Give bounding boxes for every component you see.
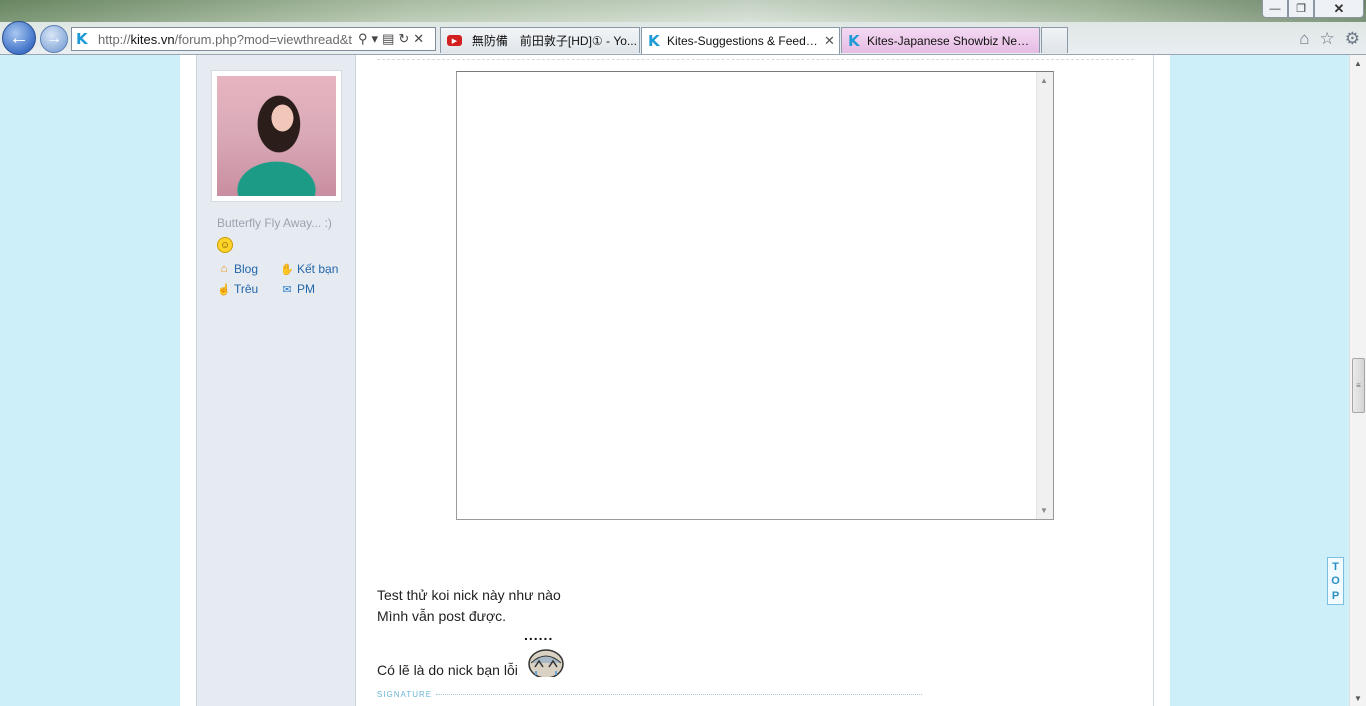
favorites-star-icon[interactable]: ☆ [1320, 29, 1335, 49]
post-content: ▲ ▼ Test thử koi nick này như nào Mình v… [357, 55, 1154, 706]
tab-label: Kites-Suggestions & Feedb... [667, 34, 822, 48]
close-window-button[interactable]: ✕ [1314, 0, 1364, 18]
site-favicon-icon: K [648, 32, 660, 50]
address-bar[interactable]: K http://kites.vn/forum.php?mod=viewthre… [71, 27, 436, 51]
post-line: Có lẽ là do nick bạn lỗi [377, 662, 518, 678]
avatar-frame[interactable] [211, 70, 342, 202]
handshake-icon: ✋ [280, 263, 294, 276]
poke-link[interactable]: ☝ Trêu [217, 282, 280, 296]
tab-label: 無防備 前田敦子[HD]① - Yo... [471, 34, 637, 48]
add-friend-link[interactable]: ✋ Kết bạn [280, 262, 350, 276]
home-icon[interactable]: ⌂ [1299, 29, 1309, 49]
site-favicon-icon: K [848, 31, 860, 50]
post-line: Test thử koi nick này như nào [377, 587, 561, 603]
tab-youtube[interactable]: ▶ 無防備 前田敦子[HD]① - Yo... [440, 27, 640, 53]
blog-link[interactable]: ⌂ Blog [217, 262, 280, 276]
post-line: Mình vẫn post được. [377, 608, 507, 624]
tab-kites-suggestions[interactable]: K Kites-Suggestions & Feedb... ✕ [641, 27, 840, 54]
browser-chrome: — ❐ ✕ ← → K http://kites.vn/forum.php?mo… [0, 0, 1366, 55]
signature-divider: SIGNATURE [377, 690, 922, 699]
back-button[interactable]: ← [2, 21, 36, 55]
close-tab-icon[interactable]: ✕ [824, 33, 835, 49]
signature-label: SIGNATURE [377, 690, 433, 699]
stop-icon[interactable]: ✕ [413, 31, 424, 47]
private-message-link[interactable]: ✉ PM [280, 282, 350, 296]
post-dots: ...... [524, 627, 554, 643]
dropdown-icon[interactable]: ▾ [372, 31, 379, 47]
refresh-icon[interactable]: ↻ [398, 31, 409, 47]
new-tab-button[interactable] [1041, 27, 1068, 53]
divider [377, 59, 1134, 60]
title-bar [0, 0, 1366, 22]
mail-icon: ✉ [282, 283, 292, 296]
scroll-up-icon[interactable]: ▲ [1040, 76, 1048, 85]
forum-page: Butterfly Fly Away... :) ☺ ⌂ Blog ✋ Kết … [180, 55, 1170, 706]
post-author-sidebar: Butterfly Fly Away... :) ☺ ⌂ Blog ✋ Kết … [196, 55, 356, 706]
user-custom-title: Butterfly Fly Away... :) [217, 216, 332, 230]
maximize-button[interactable]: ❐ [1288, 0, 1314, 18]
youtube-icon: ▶ [447, 35, 462, 46]
site-favicon-icon: K [76, 30, 88, 48]
back-to-top-button[interactable]: T O P [1327, 557, 1344, 605]
page-scrollbar[interactable]: ▲ ≡ ▼ [1349, 55, 1366, 706]
tab-kites-showbiz[interactable]: K Kites-Japanese Showbiz News-... [841, 27, 1040, 53]
tab-label: Kites-Japanese Showbiz News-... [867, 33, 1035, 48]
scrollbar-thumb[interactable]: ≡ [1352, 358, 1365, 413]
avatar[interactable] [217, 76, 336, 196]
scroll-down-icon[interactable]: ▼ [1354, 694, 1362, 703]
settings-gear-icon[interactable]: ⚙ [1345, 29, 1360, 49]
forward-button[interactable]: → [40, 25, 68, 53]
crying-emoticon-icon [528, 649, 564, 677]
compatibility-icon[interactable]: ▤ [382, 31, 394, 47]
minimize-button[interactable]: — [1262, 0, 1288, 18]
smiley-icon: ☺ [217, 237, 233, 253]
address-url[interactable]: http://kites.vn/forum.php?mod=viewthread… [98, 32, 352, 47]
search-icon[interactable]: ⚲ [358, 31, 368, 47]
scroll-down-icon[interactable]: ▼ [1040, 506, 1048, 515]
embed-scrollbar[interactable]: ▲ ▼ [1036, 72, 1053, 519]
poke-icon: ☝ [217, 283, 231, 296]
embedded-frame[interactable]: ▲ ▼ [456, 71, 1054, 520]
scroll-up-icon[interactable]: ▲ [1354, 59, 1362, 68]
home-icon: ⌂ [220, 263, 228, 275]
arrow-right-icon: → [46, 30, 62, 47]
arrow-left-icon: ← [9, 26, 29, 49]
